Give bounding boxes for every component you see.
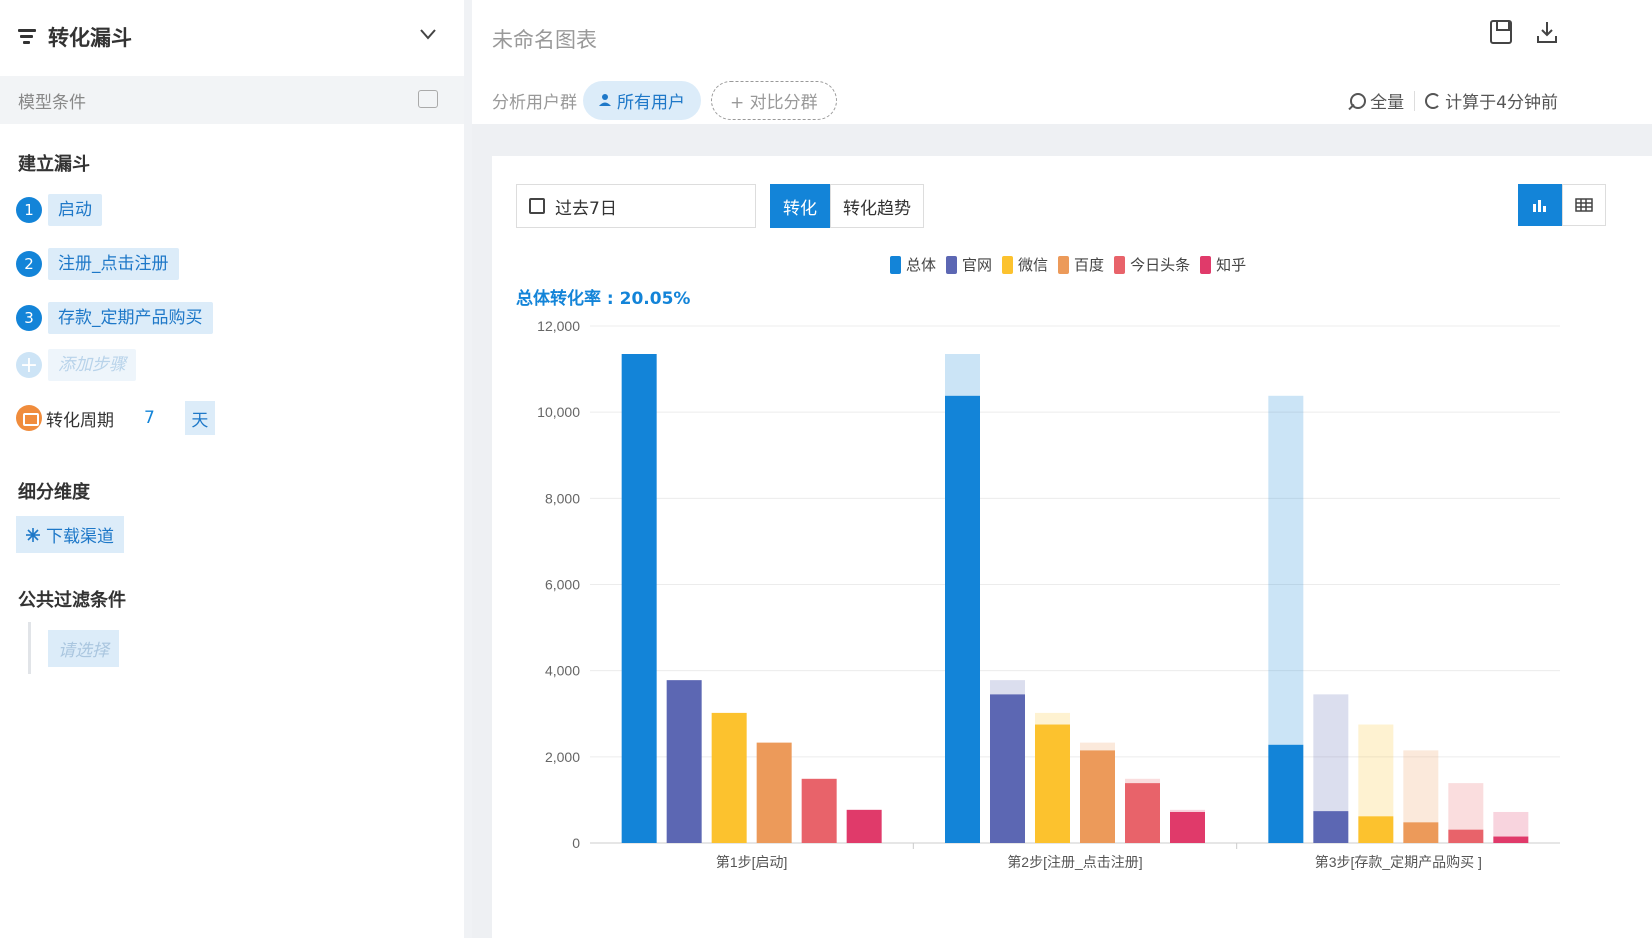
panel-header[interactable]: 转化漏斗: [0, 0, 464, 74]
bar-lost: [990, 680, 1025, 695]
save-icon[interactable]: [1490, 20, 1512, 44]
bar: [1170, 811, 1205, 843]
bar: [1125, 783, 1160, 843]
bar-lost: [945, 354, 980, 396]
step-number: 2: [16, 251, 42, 277]
panel-divider: [464, 0, 472, 938]
segment-row: 分析用户群 所有用户 + 对比分群: [492, 80, 837, 120]
funnel-icon: [18, 28, 38, 46]
bar: [846, 809, 882, 843]
funnel-step-2[interactable]: 2 注册_点击注册: [16, 248, 179, 280]
bar-lost: [1125, 778, 1160, 784]
model-condition-label: 模型条件: [18, 92, 86, 113]
scope-label[interactable]: 全量: [1370, 88, 1404, 113]
conversion-period-row: 转化周期 7 天: [16, 401, 215, 435]
bar: [945, 395, 980, 843]
bar-lost: [1080, 742, 1115, 751]
calendar-icon: [16, 405, 42, 431]
chart-header: 未命名图表 分析用户群 所有用户 + 对比分群 全量 计算于4分钟前: [472, 0, 1652, 124]
edit-icon[interactable]: [418, 90, 438, 108]
bar: [756, 742, 792, 843]
bar: [621, 354, 657, 843]
segment-all-users[interactable]: 所有用户: [583, 80, 701, 120]
chart-card: 过去7日 转化 转化趋势 总体 官网 微信 百度 今日头条 知乎 总体转化率 : 20.0…: [492, 156, 1652, 938]
bar-lost: [1313, 694, 1349, 812]
status-area: 全量 计算于4分钟前: [1350, 88, 1558, 113]
filter-select[interactable]: 请选择: [48, 630, 119, 667]
y-tick-label: 8,000: [545, 490, 580, 506]
bar: [990, 694, 1025, 843]
model-condition-bar: 模型条件: [0, 76, 464, 124]
add-step-chip[interactable]: 添加步骤: [48, 349, 136, 381]
step-chip[interactable]: 注册_点击注册: [48, 248, 179, 280]
x-tick-label: 第1步[启动]: [716, 854, 788, 870]
bar-lost: [1403, 750, 1439, 823]
funnel-step-3[interactable]: 3 存款_定期产品购买: [16, 302, 213, 334]
chart-title[interactable]: 未命名图表: [492, 24, 597, 54]
bar-lost: [1268, 395, 1304, 745]
bar: [1268, 744, 1304, 843]
build-funnel-title: 建立漏斗: [18, 154, 90, 175]
left-panel: 转化漏斗 模型条件 建立漏斗 1 启动 2 注册_点击注册 3 存款_定期产品购…: [0, 0, 464, 938]
refresh-icon[interactable]: [1425, 92, 1442, 109]
bar: [666, 680, 702, 843]
bar: [1358, 816, 1394, 843]
download-icon[interactable]: [1536, 20, 1558, 44]
bar: [801, 778, 837, 843]
panel-title: 转化漏斗: [48, 26, 132, 50]
period-label: 转化周期: [46, 410, 114, 431]
bar-lost: [1170, 809, 1205, 812]
x-tick-label: 第3步[存款_定期产品购买 ]: [1315, 854, 1482, 870]
sparkle-icon: [26, 527, 40, 542]
period-unit[interactable]: 天: [184, 401, 215, 435]
x-tick-label: 第2步[注册_点击注册]: [1007, 854, 1142, 870]
search-icon[interactable]: [1350, 92, 1367, 109]
plus-icon[interactable]: +: [16, 352, 42, 378]
add-step-row[interactable]: + 添加步骤: [16, 349, 136, 381]
step-number: 3: [16, 305, 42, 331]
computed-time: 计算于4分钟前: [1445, 93, 1558, 113]
bar: [1080, 750, 1115, 843]
bar: [711, 712, 747, 843]
filter-connector: [28, 622, 31, 674]
bar-lost: [1493, 811, 1529, 837]
dimension-title: 细分维度: [18, 482, 90, 503]
bar-lost: [1035, 712, 1070, 725]
funnel-bar-chart: 0 2,000 4,000 6,000 8,000 10,000 12,000 第1步[启动]…: [537, 318, 1560, 870]
compare-segment-button[interactable]: + 对比分群: [711, 80, 837, 120]
dimension-label: 下载渠道: [46, 527, 114, 547]
bar-lost: [1448, 783, 1484, 830]
chevron-down-icon[interactable]: [418, 24, 438, 44]
y-tick-label: 2,000: [545, 749, 580, 765]
step-number: 1: [16, 197, 42, 223]
segment-label: 分析用户群: [492, 92, 577, 113]
bar: [1448, 829, 1484, 843]
y-tick-label: 0: [572, 835, 580, 851]
filter-title: 公共过滤条件: [18, 590, 126, 611]
bar: [1313, 811, 1349, 843]
dimension-chip[interactable]: 下载渠道: [16, 516, 124, 553]
funnel-step-1[interactable]: 1 启动: [16, 194, 102, 226]
step-chip[interactable]: 启动: [48, 194, 102, 226]
y-tick-label: 4,000: [545, 663, 580, 679]
y-tick-label: 10,000: [537, 404, 580, 420]
segment-all-label: 所有用户: [617, 92, 685, 113]
bar: [1493, 836, 1529, 843]
y-tick-label: 12,000: [537, 318, 580, 334]
divider: [1414, 90, 1416, 111]
step-chip[interactable]: 存款_定期产品购买: [48, 302, 213, 334]
chart-canvas: 过去7日 转化 转化趋势 总体 官网 微信 百度 今日头条 知乎 总体转化率 : 20.0…: [472, 124, 1652, 938]
bar-lost: [1358, 724, 1394, 817]
period-value[interactable]: 7: [144, 408, 155, 428]
y-tick-label: 6,000: [545, 577, 580, 593]
users-icon: [599, 94, 611, 106]
bar: [1403, 822, 1439, 843]
bar: [1035, 724, 1070, 843]
